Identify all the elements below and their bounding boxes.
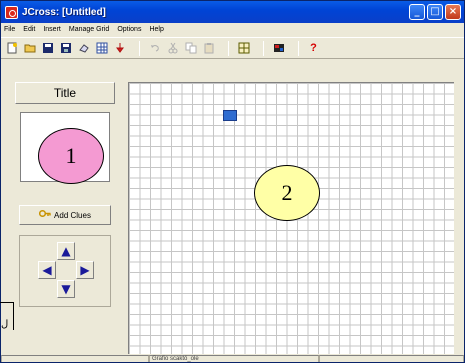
web-page-icon[interactable]: [272, 42, 285, 55]
toolbar: ?: [1, 37, 464, 59]
grid-size-icon[interactable]: [237, 42, 250, 55]
grid-icon[interactable]: [95, 42, 108, 55]
status-pane-2: Grafio scaktó_ole: [149, 355, 319, 362]
grid-right-edge: [454, 82, 464, 354]
cut-icon[interactable]: [166, 42, 179, 55]
title-bar[interactable]: JCross: [Untitled] _ □ ×: [1, 1, 464, 23]
save-icon[interactable]: [41, 42, 54, 55]
toolbar-separator: [263, 40, 264, 56]
toolbar-separator: [228, 40, 229, 56]
arrow-pad: ▲ ◀ ▶ ▼: [19, 235, 111, 307]
menu-insert[interactable]: Insert: [43, 26, 61, 33]
help-icon[interactable]: ?: [307, 42, 320, 55]
undo-icon[interactable]: [148, 42, 161, 55]
window-title: JCross: [Untitled]: [22, 6, 106, 18]
menu-edit[interactable]: Edit: [23, 26, 35, 33]
menu-help[interactable]: Help: [149, 26, 163, 33]
toolbar-separator: [298, 40, 299, 56]
left-panel: Title Add Clues ▲ ◀ ▶ ▼: [15, 82, 115, 307]
save-as-icon[interactable]: [59, 42, 72, 55]
menu-bar: File Edit Insert Manage Grid Options Hel…: [1, 23, 464, 36]
app-icon[interactable]: [5, 5, 18, 19]
menu-file[interactable]: File: [4, 26, 15, 33]
arrow-left-button[interactable]: ◀: [38, 261, 56, 279]
minimize-button[interactable]: _: [409, 4, 425, 20]
open-icon[interactable]: [23, 42, 36, 55]
menu-options[interactable]: Options: [117, 26, 141, 33]
erase-icon[interactable]: [77, 42, 90, 55]
annotation-glyph: ل: [1, 319, 9, 330]
maximize-button[interactable]: □: [427, 4, 443, 20]
marker-icon[interactable]: [113, 42, 126, 55]
window-controls: _ □ ×: [409, 4, 461, 20]
status-pane-1: [1, 355, 149, 362]
arrow-down-button[interactable]: ▼: [57, 280, 75, 298]
paste-icon[interactable]: [202, 42, 215, 55]
annotation-callout-2: 2: [254, 165, 320, 221]
close-button[interactable]: ×: [445, 4, 461, 20]
new-icon[interactable]: [5, 42, 18, 55]
add-clues-button[interactable]: Add Clues: [19, 205, 111, 225]
selected-cell[interactable]: [223, 110, 237, 121]
title-button[interactable]: Title: [15, 82, 115, 104]
arrow-right-button[interactable]: ▶: [76, 261, 94, 279]
copy-icon[interactable]: [184, 42, 197, 55]
add-clues-label: Add Clues: [54, 210, 91, 220]
status-bar: Grafio scaktó_ole: [1, 355, 464, 362]
annotation-callout-1: 1: [38, 128, 104, 184]
menu-manage-grid[interactable]: Manage Grid: [69, 26, 109, 33]
key-icon: [38, 209, 51, 221]
toolbar-separator: [139, 40, 140, 56]
status-pane-3: [319, 355, 464, 362]
arrow-up-button[interactable]: ▲: [57, 242, 75, 260]
